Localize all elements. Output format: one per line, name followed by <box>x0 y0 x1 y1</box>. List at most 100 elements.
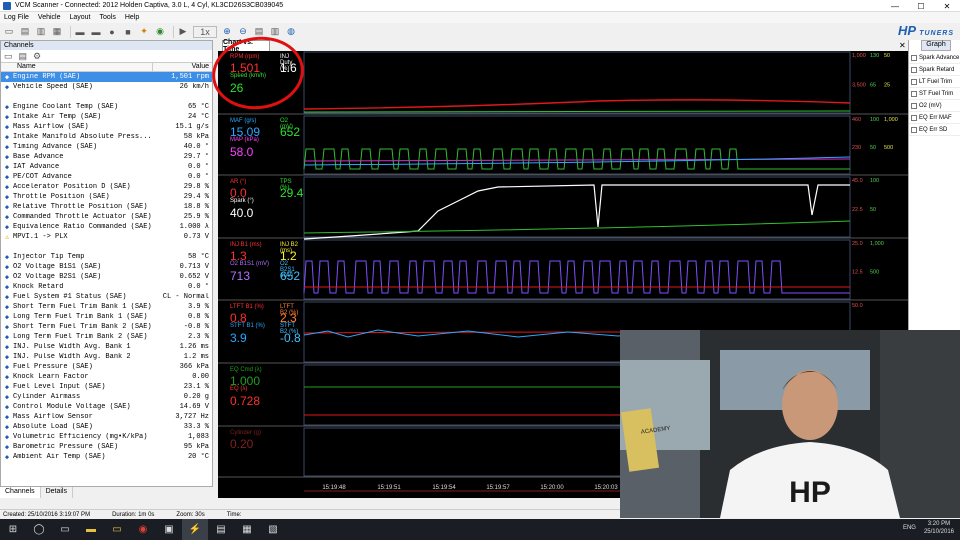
channel-row[interactable]: ◆ Engine Coolant Temp (SAE) 65 °C <box>1 102 212 112</box>
chrome-icon[interactable]: ◉ <box>130 519 156 540</box>
channel-row[interactable]: ◆ Commanded Throttle Actuator (SAE) 25.9 % <box>1 212 212 222</box>
channel-row[interactable]: ◆ Accelerator Position D (SAE) 29.8 % <box>1 182 212 192</box>
stop-icon[interactable]: ■ <box>122 26 134 38</box>
menu-tools[interactable]: Tools <box>100 14 116 21</box>
speed-icon[interactable]: 1x <box>193 25 217 38</box>
vehicle-icon[interactable]: ▬ <box>74 26 86 38</box>
menu-layout[interactable]: Layout <box>69 14 90 21</box>
maximize-button[interactable]: ☐ <box>908 0 934 12</box>
channel-row[interactable]: ◆ Engine RPM (SAE) 1,501 rpm <box>1 72 212 82</box>
start-icon[interactable]: ⊞ <box>0 519 26 540</box>
search-icon[interactable]: ◯ <box>26 519 52 540</box>
app-icon-3[interactable]: ▤ <box>208 519 234 540</box>
vcm-scanner-taskbar-icon[interactable]: ⚡ <box>182 519 208 540</box>
graph-item-icon <box>911 66 917 73</box>
channel-row[interactable]: ◆ Mass Airflow (SAE) 15.1 g/s <box>1 122 212 132</box>
tab-graph[interactable]: Graph <box>921 40 951 51</box>
scan-icon[interactable]: ◉ <box>154 26 166 38</box>
channel-row[interactable]: ◆ Intake Manifold Absolute Press... 58 kPa <box>1 132 212 142</box>
channel-icon: ◆ <box>4 433 10 442</box>
channel-row[interactable]: ◆ INJ. Pulse Width Avg. Bank 2 1.2 ms <box>1 352 212 362</box>
graph-item[interactable]: LT Fuel Trim <box>909 76 960 88</box>
channel-row[interactable]: ◆ Base Advance 29.7 ° <box>1 152 212 162</box>
tab-channels[interactable]: Channels <box>0 487 41 498</box>
channel-row[interactable]: ◆ Fuel System #1 Status (SAE) CL - Normal <box>1 292 212 302</box>
menu-help[interactable]: Help <box>125 14 139 21</box>
graph-item[interactable]: Spark Retard <box>909 64 960 76</box>
open-channels-icon[interactable]: ▭ <box>4 51 13 62</box>
channel-row[interactable]: ◆ Fuel Level Input (SAE) 23.1 % <box>1 382 212 392</box>
channel-name: Base Advance <box>13 153 64 161</box>
channel-row[interactable]: ◆ Equivalence Ratio Commanded (SAE) 1.000 … <box>1 222 212 232</box>
channel-row[interactable]: ◆ Long Term Fuel Trim Bank 2 (SAE) 2.3 % <box>1 332 212 342</box>
settings-icon[interactable]: ⚙ <box>33 51 41 62</box>
channel-row[interactable]: ◆ IAT Advance 0.0 ° <box>1 162 212 172</box>
help-icon[interactable]: ◍ <box>285 26 297 38</box>
channel-row[interactable]: ◆ Timing Advance (SAE) 40.0 ° <box>1 142 212 152</box>
zoom-out-icon[interactable]: ⊖ <box>237 26 249 38</box>
app-icon <box>3 1 11 10</box>
value-column-header[interactable]: Value <box>153 63 212 71</box>
folder-icon[interactable]: ▭ <box>104 519 130 540</box>
channel-row[interactable]: ◆ Knock Retard 0.0 ° <box>1 282 212 292</box>
play-icon[interactable]: ▶ <box>177 26 189 38</box>
explorer-icon[interactable]: ▬ <box>78 519 104 540</box>
open-icon[interactable]: ▭ <box>3 26 15 38</box>
graph-item[interactable]: O2 (mV) <box>909 100 960 112</box>
save-icon[interactable]: ▤ <box>19 26 31 38</box>
app-icon-4[interactable]: ▦ <box>234 519 260 540</box>
channel-row[interactable]: ◆ Volumetric Efficiency (mg•K/kPa) 1,083 <box>1 432 212 442</box>
bug-icon[interactable]: ✦ <box>138 26 150 38</box>
channel-row[interactable]: ◆ Ambient Air Temp (SAE) 20 °C <box>1 452 212 462</box>
channel-row[interactable]: ◆ Long Term Fuel Trim Bank 1 (SAE) 0.8 % <box>1 312 212 322</box>
webcam-overlay: HP ACADEMY <box>620 330 960 518</box>
gauge-value: 29.4 <box>280 186 304 200</box>
app-icon-2[interactable]: ▣ <box>156 519 182 540</box>
graph-item[interactable]: EQ Err SD <box>909 124 960 136</box>
channel-row[interactable]: ◆ O2 Voltage B2S1 (SAE) 0.652 V <box>1 272 212 282</box>
scale-label: 230 <box>852 145 861 151</box>
channel-row[interactable]: ◆ PE/COT Advance 0.0 ° <box>1 172 212 182</box>
channel-row[interactable]: ◆ Knock Learn Factor 0.00 <box>1 372 212 382</box>
channel-row[interactable]: ◆ Intake Air Temp (SAE) 24 °C <box>1 112 212 122</box>
channel-row[interactable]: ◆ INJ. Pulse Width Avg. Bank 1 1.26 ms <box>1 342 212 352</box>
clock[interactable]: 3:20 PM 25/10/2016 <box>924 520 954 536</box>
time-tick-label: 15:19:51 <box>377 485 401 491</box>
channel-row[interactable]: ◆ Short Term Fuel Trim Bank 2 (SAE) -0.8 % <box>1 322 212 332</box>
language-indicator[interactable]: ENG <box>903 525 916 531</box>
channel-row[interactable]: ◆ Throttle Position (SAE) 29.4 % <box>1 192 212 202</box>
photos-icon[interactable]: ▧ <box>260 519 286 540</box>
close-button[interactable]: ✕ <box>934 0 960 12</box>
channel-row[interactable]: ◆ Cylinder Airmass 0.20 g <box>1 392 212 402</box>
save-channels-icon[interactable]: ▤ <box>19 51 28 62</box>
channel-row[interactable]: ◆ Control Module Voltage (SAE) 14.69 V <box>1 402 212 412</box>
print-icon[interactable]: ▦ <box>51 26 63 38</box>
save-layout-icon[interactable]: ▥ <box>269 26 281 38</box>
tab-details[interactable]: Details <box>41 487 73 498</box>
channel-row[interactable]: ◆ Short Term Fuel Trim Bank 1 (SAE) 3.9 % <box>1 302 212 312</box>
channel-row[interactable]: ◆ Relative Throttle Position (SAE) 18.8 % <box>1 202 212 212</box>
channel-row[interactable]: ◆ Mass Airflow Sensor 3,727 Hz <box>1 412 212 422</box>
record-icon[interactable]: ● <box>106 26 118 38</box>
graph-item[interactable]: Spark Advance <box>909 52 960 64</box>
channel-row[interactable]: ⚠ MPVI.1 -> PLX 0.73 V <box>1 232 212 242</box>
menu-log-file[interactable]: Log File <box>4 14 29 21</box>
graph-item[interactable]: EQ Err MAF <box>909 112 960 124</box>
save-as-icon[interactable]: ▥ <box>35 26 47 38</box>
channel-name: Mass Airflow (SAE) <box>13 123 89 131</box>
minimize-button[interactable]: — <box>882 0 908 12</box>
channel-row[interactable]: ◆ O2 Voltage B1S1 (SAE) 0.713 V <box>1 262 212 272</box>
channel-row[interactable]: ◆ Vehicle Speed (SAE) 26 km/h <box>1 82 212 92</box>
channel-row[interactable]: ◆ Barometric Pressure (SAE) 95 kPa <box>1 442 212 452</box>
close-chart-icon[interactable]: ✕ <box>899 41 906 50</box>
graph-item[interactable]: ST Fuel Trim <box>909 88 960 100</box>
name-column-header[interactable]: Name <box>1 63 153 71</box>
channel-row[interactable]: ◆ Injector Tip Temp 58 °C <box>1 252 212 262</box>
menu-vehicle[interactable]: Vehicle <box>38 14 61 21</box>
connect-icon[interactable]: ▬ <box>90 26 102 38</box>
task-view-icon[interactable]: ▭ <box>52 519 78 540</box>
zoom-in-icon[interactable]: ⊕ <box>221 26 233 38</box>
channel-row[interactable]: ◆ Absolute Load (SAE) 33.3 % <box>1 422 212 432</box>
channel-row[interactable]: ◆ Fuel Pressure (SAE) 366 kPa <box>1 362 212 372</box>
channel-icon: ◆ <box>4 263 10 272</box>
